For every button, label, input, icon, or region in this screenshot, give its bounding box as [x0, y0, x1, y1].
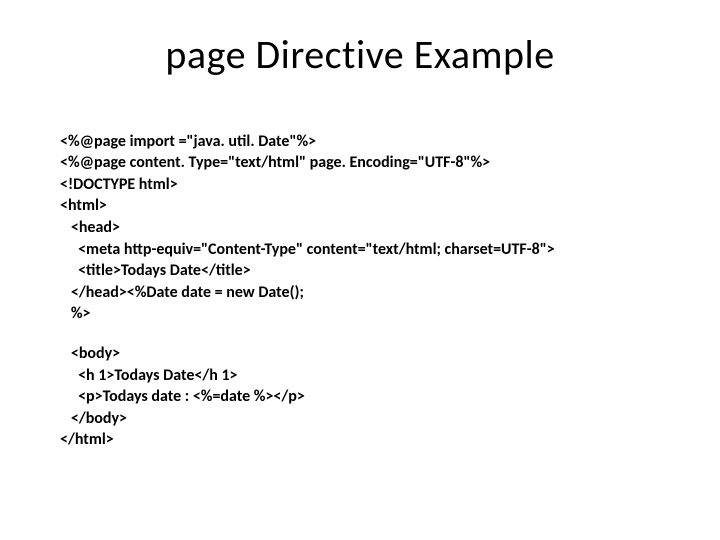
- code-block: <%@page import ="java. util. Date"%> <%@…: [60, 109, 660, 473]
- code-line: <html>: [60, 196, 107, 215]
- code-line: </html>: [60, 430, 114, 449]
- code-line: %>: [60, 304, 90, 323]
- code-line: <%@page content. Type="text/html" page. …: [60, 153, 490, 172]
- code-line: <body>: [60, 344, 120, 363]
- code-line: <p>Todays date : <%=date %></p>: [60, 387, 305, 406]
- code-line: </body>: [60, 409, 127, 428]
- slide: page Directive Example <%@page import ="…: [0, 0, 720, 540]
- code-line: </head><%Date date = new Date();: [60, 283, 304, 302]
- code-line: <%@page import ="java. util. Date"%>: [60, 132, 316, 151]
- slide-title: page Directive Example: [60, 30, 660, 79]
- code-line: <head>: [60, 218, 120, 237]
- code-line: <h 1>Todays Date</h 1>: [60, 366, 238, 385]
- code-line: <!DOCTYPE html>: [60, 175, 178, 194]
- blank-line: [60, 325, 660, 343]
- code-line: <title>Todays Date</title>: [60, 261, 251, 280]
- code-line: <meta http-equiv="Content-Type" content=…: [60, 240, 555, 259]
